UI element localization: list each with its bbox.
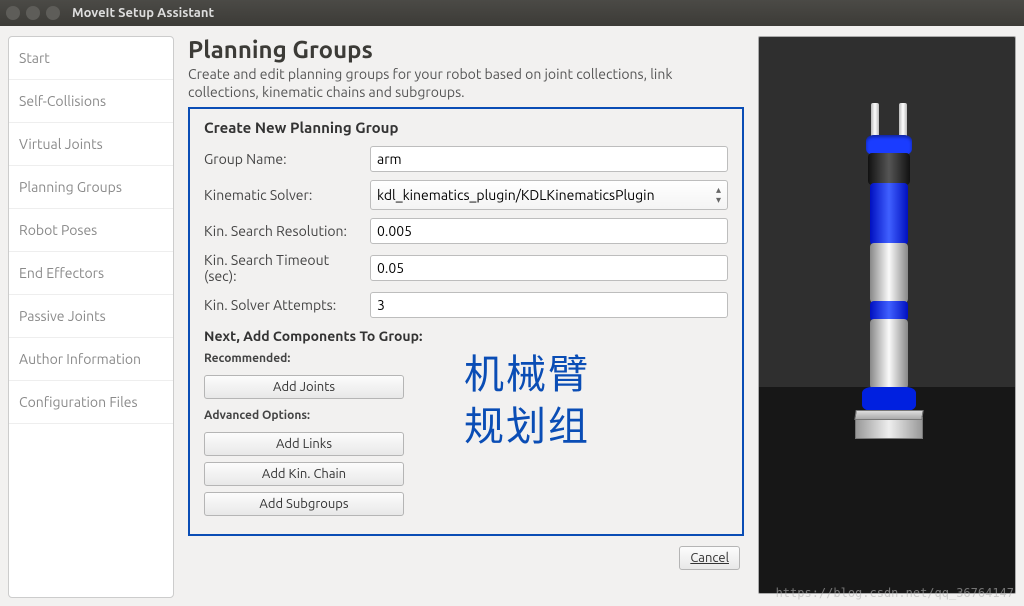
close-icon[interactable] <box>6 6 20 20</box>
input-resolution[interactable] <box>370 218 728 244</box>
watermark-text: https://blog.csdn.net/qq_36764147 <box>776 586 1014 600</box>
add-joints-button[interactable]: Add Joints <box>204 375 404 399</box>
sidebar-item-robot-poses[interactable]: Robot Poses <box>9 209 173 252</box>
app-window: MoveIt Setup Assistant Start Self-Collis… <box>0 0 1024 606</box>
advanced-header: Advanced Options: <box>204 409 404 422</box>
page-subtitle: Create and edit planning groups for your… <box>188 65 744 101</box>
select-solver-value: kdl_kinematics_plugin/KDLKinematicsPlugi… <box>377 187 655 203</box>
add-buttons-column: Recommended: Add Joints Advanced Options… <box>204 348 404 516</box>
annotation-text: 机械臂 规划组 <box>464 348 590 452</box>
cancel-button[interactable]: Cancel <box>679 546 740 570</box>
link-upper-silver <box>870 243 908 303</box>
label-attempts: Kin. Solver Attempts: <box>204 297 364 313</box>
label-solver: Kinematic Solver: <box>204 187 364 203</box>
row-attempts: Kin. Solver Attempts: <box>204 292 728 318</box>
label-group-name: Group Name: <box>204 151 364 167</box>
sidebar-item-author-information[interactable]: Author Information <box>9 338 173 381</box>
app-body: Start Self-Collisions Virtual Joints Pla… <box>0 26 1024 606</box>
chevron-updown-icon: ▴▾ <box>716 185 721 205</box>
window-title: MoveIt Setup Assistant <box>72 6 214 20</box>
link-elbow-blue <box>870 301 908 321</box>
add-links-button[interactable]: Add Links <box>204 432 404 456</box>
add-kin-chain-button[interactable]: Add Kin. Chain <box>204 462 404 486</box>
label-resolution: Kin. Search Resolution: <box>204 223 364 239</box>
row-group-name: Group Name: <box>204 146 728 172</box>
gripper-finger-right <box>899 103 907 139</box>
row-solver: Kinematic Solver: kdl_kinematics_plugin/… <box>204 180 728 210</box>
sidebar-item-end-effectors[interactable]: End Effectors <box>9 252 173 295</box>
row-resolution: Kin. Search Resolution: <box>204 218 728 244</box>
pedestal-top-face <box>854 410 923 420</box>
components-title: Next, Add Components To Group: <box>204 328 728 344</box>
create-group-form: Create New Planning Group Group Name: Ki… <box>188 107 744 536</box>
link-wrist-joint <box>868 153 910 185</box>
titlebar: MoveIt Setup Assistant <box>0 0 1024 26</box>
recommended-header: Recommended: <box>204 352 404 365</box>
input-timeout[interactable] <box>370 255 728 281</box>
link-wrist-disc <box>866 135 912 155</box>
sidebar-item-configuration-files[interactable]: Configuration Files <box>9 381 173 424</box>
input-attempts[interactable] <box>370 292 728 318</box>
main-panel: Planning Groups Create and edit planning… <box>174 36 758 598</box>
sidebar-item-virtual-joints[interactable]: Virtual Joints <box>9 123 173 166</box>
components-row: Recommended: Add Joints Advanced Options… <box>204 348 728 516</box>
window-controls <box>6 6 60 20</box>
select-solver[interactable]: kdl_kinematics_plugin/KDLKinematicsPlugi… <box>370 180 728 210</box>
row-timeout: Kin. Search Timeout (sec): <box>204 252 728 284</box>
form-footer: Cancel <box>188 536 744 570</box>
page-title: Planning Groups <box>188 36 744 63</box>
label-timeout: Kin. Search Timeout (sec): <box>204 252 364 284</box>
form-title: Create New Planning Group <box>204 119 728 136</box>
input-group-name[interactable] <box>370 146 728 172</box>
link-lower-silver <box>870 319 908 389</box>
sidebar-item-self-collisions[interactable]: Self-Collisions <box>9 80 173 123</box>
sidebar-item-start[interactable]: Start <box>9 37 173 80</box>
sidebar-item-passive-joints[interactable]: Passive Joints <box>9 295 173 338</box>
robot-3d-viewport[interactable] <box>758 36 1016 594</box>
link-base-blue <box>862 387 916 411</box>
robot-pedestal <box>855 417 923 439</box>
maximize-icon[interactable] <box>46 6 60 20</box>
sidebar: Start Self-Collisions Virtual Joints Pla… <box>8 36 174 598</box>
gripper-finger-left <box>871 103 879 139</box>
minimize-icon[interactable] <box>26 6 40 20</box>
sidebar-item-planning-groups[interactable]: Planning Groups <box>9 166 173 209</box>
add-subgroups-button[interactable]: Add Subgroups <box>204 492 404 516</box>
link-upper-blue <box>870 183 908 245</box>
